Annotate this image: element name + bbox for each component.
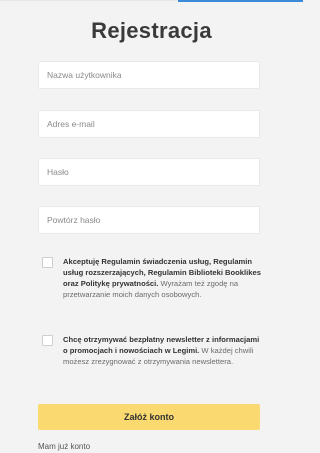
terms-consent-row: Akceptuję Regulamin świadczenia usług, R… [42,256,264,300]
top-accent-bar [178,0,303,2]
create-account-button[interactable]: Załóż konto [38,404,260,430]
terms-text: Akceptuję Regulamin świadczenia usług, R… [63,256,264,300]
username-field[interactable] [38,61,260,89]
password-field[interactable] [38,158,260,186]
repeat-password-field[interactable] [38,206,260,234]
login-link[interactable]: Mam już konto [38,442,90,451]
newsletter-consent-row: Chcę otrzymywać bezpłatny newsletter z i… [42,334,264,367]
terms-checkbox[interactable] [42,257,53,268]
newsletter-checkbox[interactable] [42,335,53,346]
email-field[interactable] [38,110,260,138]
newsletter-text: Chcę otrzymywać bezpłatny newsletter z i… [63,334,264,367]
page-title: Rejestracja [91,18,212,43]
